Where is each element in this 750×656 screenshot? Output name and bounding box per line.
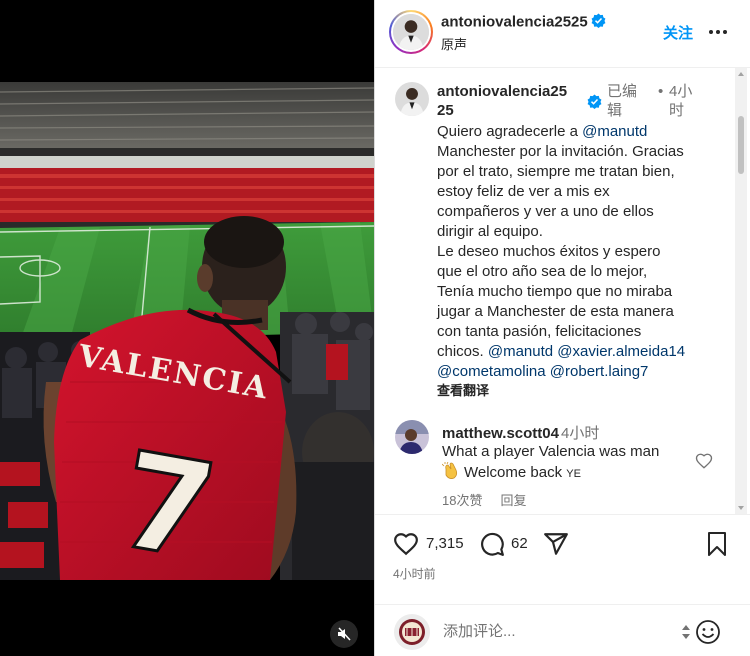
author-avatar[interactable] bbox=[389, 10, 433, 54]
caption-line: Tenía mucho tiempo que no miraba bbox=[437, 283, 673, 300]
post-details-panel: antoniovalencia2525 原声 关注 antoniovalenci… bbox=[374, 0, 750, 656]
likes-count[interactable]: 7,315 bbox=[426, 535, 464, 552]
comment-likes-count[interactable]: 18次赞 bbox=[442, 493, 482, 508]
scrollbar-thumb[interactable] bbox=[738, 116, 744, 174]
comment-like-heart-icon[interactable] bbox=[695, 452, 713, 470]
user-avatar-icon bbox=[395, 82, 429, 116]
caption-line: chicos. @manutd @xavier.almeida14 bbox=[437, 343, 686, 360]
mention-link[interactable]: @manutd bbox=[488, 343, 553, 360]
share-send-icon[interactable] bbox=[543, 531, 569, 562]
caption-line: que el otro año sea de lo mejor, bbox=[437, 263, 648, 280]
caption-text: Quiero agradecerle a @manutd Manchester … bbox=[437, 122, 727, 382]
scroll-up-arrow-icon[interactable] bbox=[738, 72, 744, 76]
stadium-photo: VALENCIA 7 bbox=[0, 82, 374, 580]
user-avatar-icon bbox=[393, 14, 429, 50]
caption-line: Quiero agradecerle a @manutd bbox=[437, 123, 648, 140]
comment-line2-suffix: YE bbox=[566, 468, 581, 480]
post-actions-bar: 7,315 62 4小时前 bbox=[375, 514, 750, 604]
scroll-down-arrow-icon[interactable] bbox=[738, 506, 744, 510]
caption-username[interactable]: antoniovalencia25 25 bbox=[437, 82, 585, 120]
add-comment-input[interactable] bbox=[443, 619, 643, 643]
separator-dot: • bbox=[658, 83, 664, 100]
caption-username-line2[interactable]: 25 bbox=[437, 102, 454, 119]
edited-label-line2: 辑 bbox=[607, 102, 623, 119]
audio-label[interactable]: 原声 bbox=[441, 34, 467, 53]
post-timestamp[interactable]: 4小时前 bbox=[393, 565, 436, 582]
comment-meta: 18次赞 回复 bbox=[442, 490, 544, 509]
like-heart-icon[interactable] bbox=[393, 531, 419, 562]
edited-label: 已编 辑 bbox=[607, 82, 643, 120]
emoji-picker-icon[interactable] bbox=[695, 619, 721, 645]
caption-line: Manchester por la invitación. Gracias bbox=[437, 143, 684, 160]
author-username[interactable]: antoniovalencia2525 bbox=[441, 13, 606, 32]
comments-count[interactable]: 62 bbox=[511, 535, 528, 552]
comments-scrollbar[interactable] bbox=[735, 68, 747, 514]
follow-button[interactable]: 关注 bbox=[663, 22, 693, 43]
caption-line: @cometamolina @robert.laing7 bbox=[437, 362, 727, 382]
post-photo[interactable]: VALENCIA 7 bbox=[0, 82, 374, 580]
mention-link[interactable]: @robert.laing7 bbox=[550, 363, 649, 380]
caption-line: dirigir al equipo. bbox=[437, 223, 543, 240]
mention-link[interactable]: @manutd bbox=[582, 123, 647, 140]
user-avatar-icon bbox=[394, 614, 430, 650]
post-media[interactable]: VALENCIA 7 bbox=[0, 0, 374, 656]
current-user-avatar bbox=[394, 614, 430, 650]
bookmark-save-icon[interactable] bbox=[705, 531, 729, 562]
comment-line: What a player Valencia was man bbox=[442, 443, 660, 460]
caption-timestamp-line2[interactable]: 时 bbox=[669, 102, 684, 119]
caption-line: con tanta pasión, felicitaciones bbox=[437, 323, 642, 340]
user-avatar-icon bbox=[395, 420, 429, 454]
mention-link[interactable]: @cometamolina bbox=[437, 363, 546, 380]
caption-timestamp[interactable]: 4小 时 bbox=[669, 82, 703, 120]
clapping-hands-icon bbox=[441, 461, 460, 485]
post-header: antoniovalencia2525 原声 关注 bbox=[375, 0, 750, 68]
caption-line: estoy feliz de ver a mis ex bbox=[437, 183, 610, 200]
comment-text: What a player Valencia was man Welcome b… bbox=[441, 442, 692, 485]
caption-line: compañeros y ver a uno de ellos bbox=[437, 203, 654, 220]
caption-username-line1[interactable]: antoniovalencia25 bbox=[437, 83, 567, 100]
resize-handle-icon[interactable] bbox=[681, 623, 691, 641]
comment-line2-text: Welcome back bbox=[464, 464, 563, 481]
mention-link[interactable]: @xavier.almeida14 bbox=[557, 343, 685, 360]
comment-timestamp[interactable]: 4小时 bbox=[561, 425, 599, 442]
muted-speaker-icon bbox=[338, 627, 351, 641]
comment-line: Welcome back YE bbox=[441, 461, 692, 485]
caption-timestamp-line1[interactable]: 4小 bbox=[669, 83, 692, 100]
caption-line: jugar a Manchester de esta manera bbox=[437, 303, 674, 320]
reply-button[interactable]: 回复 bbox=[500, 493, 526, 508]
verified-badge-icon bbox=[587, 94, 602, 114]
more-horizontal-icon[interactable] bbox=[705, 20, 731, 40]
comment-header: matthew.scott04 4小时 bbox=[442, 422, 599, 443]
comment-bubble-icon[interactable] bbox=[479, 531, 505, 562]
caption-line: por el trato, siempre me tratan bien, bbox=[437, 163, 675, 180]
mute-button[interactable] bbox=[330, 620, 358, 648]
comments-scroll-area[interactable]: antoniovalencia25 25 已编 辑 • 4小 时 Quiero … bbox=[375, 68, 750, 514]
edited-label-line1: 已编 bbox=[607, 83, 638, 100]
see-translation-link[interactable]: 查看翻译 bbox=[437, 380, 489, 399]
commenter-avatar[interactable] bbox=[395, 420, 429, 454]
caption-author-avatar[interactable] bbox=[395, 82, 429, 116]
author-username-text[interactable]: antoniovalencia2525 bbox=[441, 13, 588, 30]
caption-line: Le deseo muchos éxitos y espero bbox=[437, 243, 661, 260]
commenter-username[interactable]: matthew.scott04 bbox=[442, 425, 559, 442]
verified-badge-icon bbox=[591, 13, 606, 32]
comment-composer bbox=[375, 604, 750, 656]
